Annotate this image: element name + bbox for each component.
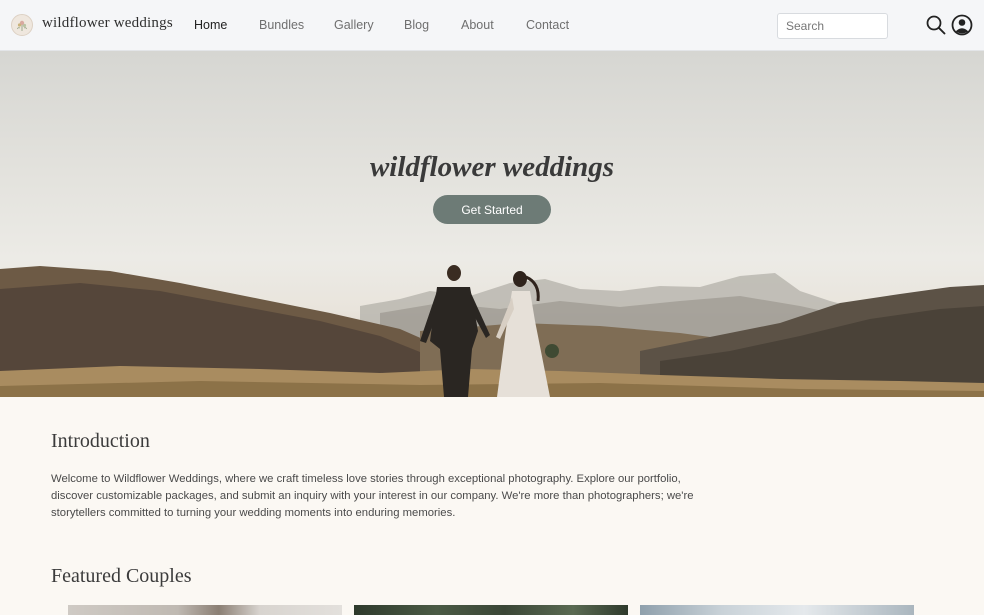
featured-couples-heading: Featured Couples — [51, 565, 192, 587]
hero-landscape-image — [0, 265, 984, 397]
account-icon[interactable] — [951, 14, 973, 36]
nav-link-home[interactable]: Home — [194, 18, 227, 32]
featured-couple-card[interactable] — [640, 605, 914, 615]
brand-name[interactable]: wildflower weddings — [42, 15, 173, 32]
get-started-button[interactable]: Get Started — [433, 195, 551, 224]
top-navbar: wildflower weddings Home Bundles Gallery… — [0, 0, 984, 51]
introduction-heading: Introduction — [51, 430, 150, 452]
search-input[interactable] — [777, 13, 888, 39]
logo-icon[interactable] — [11, 14, 33, 36]
nav-link-contact[interactable]: Contact — [526, 18, 569, 32]
introduction-text: Welcome to Wildflower Weddings, where we… — [51, 473, 694, 519]
search-icon[interactable] — [925, 14, 947, 36]
nav-link-blog[interactable]: Blog — [404, 18, 429, 32]
featured-couple-card[interactable] — [354, 605, 628, 615]
nav-link-gallery[interactable]: Gallery — [334, 18, 374, 32]
hero-banner: wildflower weddings Get Started — [0, 51, 984, 397]
hero-title: wildflower weddings — [369, 151, 615, 183]
nav-link-about[interactable]: About — [461, 18, 494, 32]
featured-couple-card[interactable] — [68, 605, 342, 615]
nav-link-bundles[interactable]: Bundles — [259, 18, 304, 32]
